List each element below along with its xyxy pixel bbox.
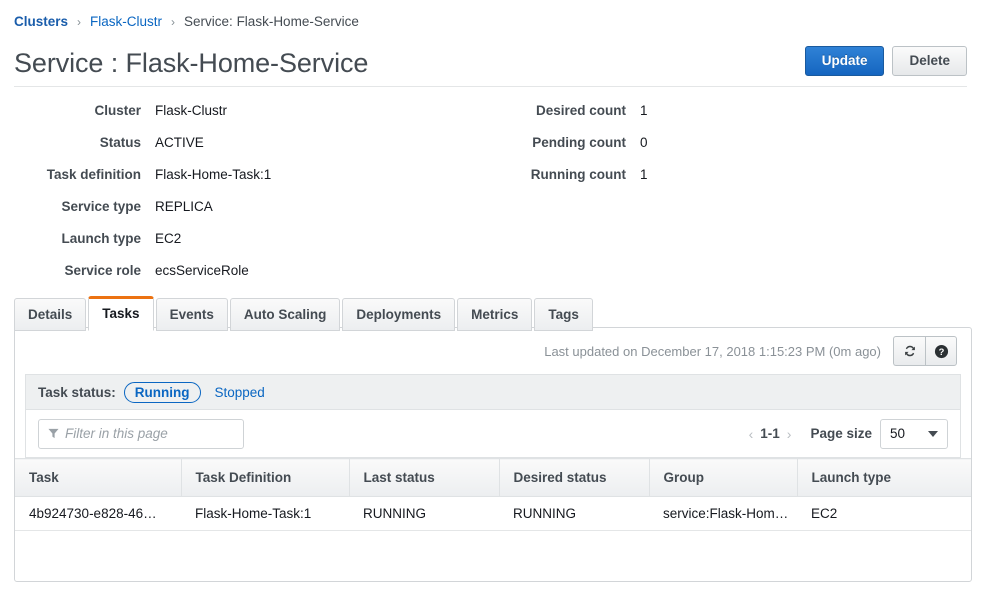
cell-last-status: RUNNING [349, 496, 499, 531]
funnel-icon [48, 428, 59, 439]
update-button[interactable]: Update [804, 46, 885, 76]
detail-cluster: Cluster Flask-Clustr [0, 94, 480, 126]
pagination-prev-icon[interactable]: ‹ [742, 426, 761, 442]
column-header-task-definition[interactable]: Task Definition [181, 458, 350, 497]
detail-label: Service type [61, 198, 141, 214]
detail-value-status: ACTIVE [155, 134, 204, 150]
detail-label: Cluster [94, 102, 141, 118]
column-header-desired-status[interactable]: Desired status [499, 458, 650, 497]
task-status-filter-bar: Task status: Running Stopped [25, 374, 961, 410]
tab-auto-scaling[interactable]: Auto Scaling [229, 298, 341, 331]
table-header-row: Task Task Definition Last status Desired… [15, 458, 971, 497]
breadcrumb-separator-icon: › [77, 15, 82, 29]
service-detail-page: Clusters › Flask-Clustr › Service: Flask… [0, 0, 981, 594]
refresh-icon [904, 345, 915, 357]
detail-value-task-definition[interactable]: Flask-Home-Task:1 [155, 167, 271, 182]
task-status-option-stopped[interactable]: Stopped [205, 383, 275, 402]
tab-metrics[interactable]: Metrics [457, 298, 533, 331]
column-header-task[interactable]: Task [15, 458, 182, 497]
column-header-last-status[interactable]: Last status [349, 458, 500, 497]
filter-input-placeholder: Filter in this page [65, 426, 168, 441]
pagination-next-icon[interactable]: › [780, 426, 799, 442]
detail-value-running-count: 1 [640, 166, 648, 182]
detail-label: Pending count [532, 134, 626, 150]
cell-group: service:Flask-Hom… [649, 496, 797, 531]
detail-label: Running count [530, 166, 626, 182]
filter-and-pagination-bar: Filter in this page ‹ 1-1 › Page size 50 [25, 410, 961, 458]
breadcrumb: Clusters › Flask-Clustr › Service: Flask… [14, 14, 359, 30]
title-divider [14, 86, 967, 87]
detail-value-service-role: ecsServiceRole [155, 262, 249, 278]
cell-desired-status: RUNNING [499, 496, 649, 531]
refresh-button[interactable] [893, 336, 925, 366]
pagination-controls: ‹ 1-1 › Page size 50 [742, 418, 948, 449]
detail-desired-count: Desired count 1 [440, 94, 860, 126]
tab-events[interactable]: Events [155, 298, 228, 331]
panel-icon-buttons: ? [893, 336, 957, 366]
page-size-select[interactable]: 50 [880, 418, 948, 449]
title-row: Service : Flask-Home-Service Update Dele… [14, 42, 967, 84]
svg-text:?: ? [938, 346, 944, 356]
tab-bar: Details Tasks Events Auto Scaling Deploy… [14, 295, 593, 331]
tab-tasks[interactable]: Tasks [88, 296, 154, 331]
tab-deployments[interactable]: Deployments [342, 298, 456, 331]
detail-value-pending-count: 0 [640, 134, 648, 150]
detail-running-count: Running count 1 [440, 158, 860, 190]
help-icon: ? [934, 344, 948, 358]
help-button[interactable]: ? [925, 336, 957, 366]
detail-label: Desired count [535, 102, 626, 118]
page-size-label: Page size [810, 426, 872, 441]
breadcrumb-item-cluster[interactable]: Flask-Clustr [90, 14, 162, 30]
tab-details[interactable]: Details [14, 298, 87, 331]
page-size-value: 50 [890, 426, 906, 441]
breadcrumb-separator-icon: › [171, 15, 176, 29]
tasks-panel: Last updated on December 17, 2018 1:15:2… [14, 327, 972, 582]
chevron-down-icon [928, 430, 938, 437]
details-right-column: Desired count 1 Pending count 0 Running … [440, 94, 860, 190]
detail-value-desired-count: 1 [640, 102, 648, 118]
filter-input[interactable]: Filter in this page [38, 418, 244, 449]
tasks-table: Task Task Definition Last status Desired… [15, 458, 971, 531]
column-header-launch-type[interactable]: Launch type [797, 458, 971, 497]
cell-task-id[interactable]: 4b924730-e828-46… [15, 496, 181, 531]
page-actions: Update Delete [804, 46, 967, 76]
task-status-label: Task status: [38, 384, 116, 400]
cell-launch-type: EC2 [797, 496, 971, 531]
cell-task-definition[interactable]: Flask-Home-Task:1 [181, 496, 349, 531]
detail-label: Service role [64, 262, 141, 278]
last-updated-text: Last updated on December 17, 2018 1:15:2… [544, 343, 881, 359]
details-left-column: Cluster Flask-Clustr Status ACTIVE Task … [0, 94, 480, 286]
breadcrumb-item-current: Service: Flask-Home-Service [184, 14, 359, 29]
pagination-range: 1-1 [760, 426, 780, 441]
column-header-group[interactable]: Group [649, 458, 798, 497]
task-status-option-running[interactable]: Running [123, 381, 201, 403]
detail-status: Status ACTIVE [0, 126, 480, 158]
detail-service-type: Service type REPLICA [0, 190, 480, 222]
detail-label: Status [99, 134, 141, 150]
detail-label: Launch type [61, 230, 141, 246]
table-row[interactable]: 4b924730-e828-46… Flask-Home-Task:1 RUNN… [15, 496, 971, 531]
panel-toolbar: Last updated on December 17, 2018 1:15:2… [15, 328, 971, 374]
delete-button[interactable]: Delete [892, 46, 967, 76]
detail-value-service-type: REPLICA [155, 198, 213, 214]
detail-label: Task definition [46, 166, 141, 182]
detail-value-cluster[interactable]: Flask-Clustr [155, 103, 227, 118]
detail-launch-type: Launch type EC2 [0, 222, 480, 254]
detail-value-launch-type: EC2 [155, 230, 182, 246]
detail-service-role: Service role ecsServiceRole [0, 254, 480, 286]
breadcrumb-item-clusters[interactable]: Clusters [14, 14, 68, 30]
tab-tags[interactable]: Tags [534, 298, 593, 331]
detail-task-definition: Task definition Flask-Home-Task:1 [0, 158, 480, 190]
detail-pending-count: Pending count 0 [440, 126, 860, 158]
